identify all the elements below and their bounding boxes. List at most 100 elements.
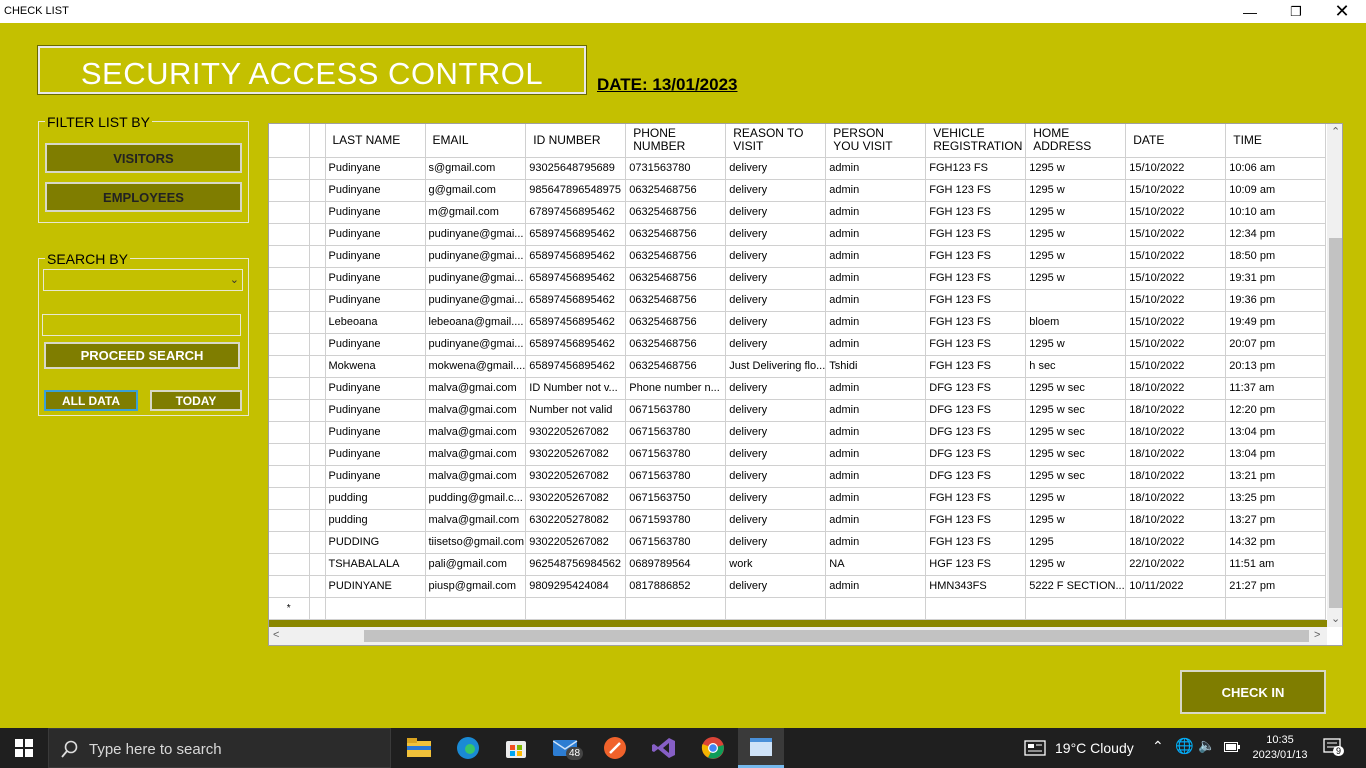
proceed-search-button[interactable]: PROCEED SEARCH <box>44 342 240 369</box>
table-cell[interactable]: 14:32 pm <box>1225 531 1327 554</box>
chrome-icon[interactable] <box>699 734 727 762</box>
table-cell[interactable]: pudinyane@gmai... <box>425 267 527 290</box>
table-row[interactable]: Pudinyane malva@gmai.com 9302205267082 0671… <box>269 421 1327 444</box>
table-row[interactable]: Pudinyane pudinyane@gmai... 65897456895462… <box>269 223 1327 246</box>
table-row[interactable]: pudding malva@gmail.com 6302205278082 06715… <box>269 509 1327 532</box>
taskbar-search[interactable]: Type here to search <box>48 728 391 768</box>
start-button[interactable] <box>0 728 48 768</box>
table-cell[interactable]: 0817886852 <box>625 575 727 598</box>
table-cell[interactable]: 65897456895462 <box>525 223 627 246</box>
table-cell[interactable]: malva@gmai.com <box>425 399 527 422</box>
new-row-cell[interactable] <box>725 597 827 620</box>
row-header[interactable] <box>269 179 310 202</box>
scroll-down-icon[interactable]: ⌄ <box>1331 612 1340 625</box>
table-cell[interactable]: 15/10/2022 <box>1125 355 1227 378</box>
blank-cell[interactable] <box>309 465 326 488</box>
table-cell[interactable]: FGH 123 FS <box>925 333 1027 356</box>
blank-cell[interactable] <box>309 443 326 466</box>
table-cell[interactable]: ID Number not v... <box>525 377 627 400</box>
column-header[interactable]: EMAIL <box>425 124 527 158</box>
table-cell[interactable]: mokwena@gmail.... <box>425 355 527 378</box>
table-cell[interactable]: delivery <box>725 377 827 400</box>
column-header[interactable]: VEHICLE REGISTRATION <box>925 124 1027 158</box>
scroll-up-icon[interactable]: ⌃ <box>1331 125 1340 138</box>
table-cell[interactable]: 18/10/2022 <box>1125 487 1227 510</box>
table-cell[interactable]: 06325468756 <box>625 355 727 378</box>
table-cell[interactable]: 1295 w sec <box>1025 465 1127 488</box>
table-cell[interactable]: 65897456895462 <box>525 333 627 356</box>
table-row[interactable]: Lebeoana lebeoana@gmail.... 65897456895462… <box>269 311 1327 334</box>
table-cell[interactable]: 18/10/2022 <box>1125 531 1227 554</box>
notification-icon[interactable]: 9 <box>1323 738 1345 761</box>
new-row[interactable]: * <box>269 597 1327 620</box>
table-cell[interactable]: 0671563750 <box>625 487 727 510</box>
table-cell[interactable]: pudding@gmail.c... <box>425 487 527 510</box>
row-header[interactable] <box>269 443 310 466</box>
table-cell[interactable]: FGH 123 FS <box>925 179 1027 202</box>
table-cell[interactable]: FGH 123 FS <box>925 289 1027 312</box>
table-cell[interactable]: 6302205278082 <box>525 509 627 532</box>
table-cell[interactable]: 06325468756 <box>625 333 727 356</box>
restore-button[interactable]: ❐ <box>1273 0 1319 23</box>
today-button[interactable]: TODAY <box>150 390 242 411</box>
table-cell[interactable]: delivery <box>725 575 827 598</box>
table-cell[interactable]: 67897456895462 <box>525 201 627 224</box>
table-cell[interactable]: admin <box>825 223 927 246</box>
blank-cell[interactable] <box>309 289 326 312</box>
table-cell[interactable]: FGH123 FS <box>925 157 1027 180</box>
new-row-cell[interactable] <box>309 597 326 620</box>
blank-cell[interactable] <box>309 223 326 246</box>
table-cell[interactable]: delivery <box>725 311 827 334</box>
table-row[interactable]: PUDDING tiisetso@gmail.com 9302205267082 06… <box>269 531 1327 554</box>
table-cell[interactable]: Pudinyane <box>325 201 426 224</box>
table-cell[interactable]: 0689789564 <box>625 553 727 576</box>
blank-cell[interactable] <box>309 487 326 510</box>
table-row[interactable]: Pudinyane pudinyane@gmai... 65897456895462… <box>269 267 1327 290</box>
column-header[interactable]: TIME <box>1225 124 1327 158</box>
table-cell[interactable]: 18/10/2022 <box>1125 465 1227 488</box>
table-cell[interactable]: 1295 w <box>1025 509 1127 532</box>
table-cell[interactable]: bloem <box>1025 311 1127 334</box>
table-cell[interactable]: delivery <box>725 223 827 246</box>
table-row[interactable]: Pudinyane s@gmail.com 93025648795689 073156… <box>269 157 1327 180</box>
visitors-button[interactable]: VISITORS <box>45 143 242 173</box>
table-row[interactable]: Pudinyane malva@gmai.com 9302205267082 0671… <box>269 443 1327 466</box>
table-cell[interactable]: 21:27 pm <box>1225 575 1327 598</box>
table-cell[interactable]: 10:06 am <box>1225 157 1327 180</box>
table-cell[interactable]: Just Delivering flo... <box>725 355 827 378</box>
table-cell[interactable]: h sec <box>1025 355 1127 378</box>
table-cell[interactable]: malva@gmai.com <box>425 443 527 466</box>
table-cell[interactable]: 65897456895462 <box>525 245 627 268</box>
table-cell[interactable]: 19:36 pm <box>1225 289 1327 312</box>
table-cell[interactable]: 19:49 pm <box>1225 311 1327 334</box>
table-cell[interactable]: Pudinyane <box>325 267 426 290</box>
table-cell[interactable]: Pudinyane <box>325 443 426 466</box>
table-cell[interactable]: 06325468756 <box>625 201 727 224</box>
blank-cell[interactable] <box>309 399 326 422</box>
row-header[interactable] <box>269 289 310 312</box>
table-cell[interactable]: delivery <box>725 179 827 202</box>
table-cell[interactable]: delivery <box>725 333 827 356</box>
table-cell[interactable]: 9302205267082 <box>525 531 627 554</box>
table-cell[interactable]: Pudinyane <box>325 399 426 422</box>
table-cell[interactable]: 06325468756 <box>625 179 727 202</box>
table-row[interactable]: Pudinyane pudinyane@gmai... 65897456895462… <box>269 289 1327 312</box>
table-cell[interactable]: admin <box>825 289 927 312</box>
table-cell[interactable]: delivery <box>725 421 827 444</box>
table-cell[interactable]: 1295 w <box>1025 553 1127 576</box>
table-cell[interactable]: FGH 123 FS <box>925 245 1027 268</box>
column-header[interactable]: HOME ADDRESS <box>1025 124 1127 158</box>
table-cell[interactable]: admin <box>825 377 927 400</box>
row-header[interactable] <box>269 311 310 334</box>
row-header[interactable] <box>269 333 310 356</box>
table-cell[interactable]: 15/10/2022 <box>1125 201 1227 224</box>
column-header[interactable]: PHONE NUMBER <box>625 124 727 158</box>
table-cell[interactable]: admin <box>825 421 927 444</box>
scroll-left-icon[interactable]: < <box>273 629 279 641</box>
table-row[interactable]: PUDINYANE piusp@gmail.com 9809295424084 081… <box>269 575 1327 598</box>
table-cell[interactable]: g@gmail.com <box>425 179 527 202</box>
table-cell[interactable]: 962548756984562 <box>525 553 627 576</box>
table-cell[interactable]: FGH 123 FS <box>925 267 1027 290</box>
table-cell[interactable]: admin <box>825 509 927 532</box>
table-cell[interactable]: 93025648795689 <box>525 157 627 180</box>
